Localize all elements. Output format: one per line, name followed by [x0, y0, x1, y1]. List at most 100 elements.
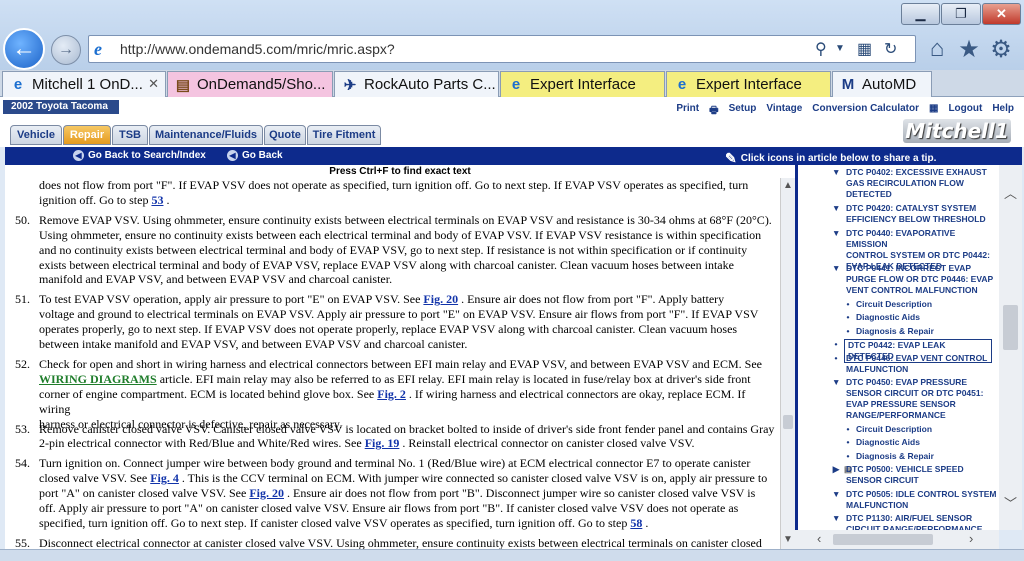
browser-tab[interactable]: ✈ RockAuto Parts C... — [334, 71, 499, 97]
expand-arrow-icon[interactable]: ▼ — [832, 377, 840, 388]
logout-link[interactable]: Logout — [948, 103, 982, 120]
sidebar-hscrollbar[interactable]: ‹ › — [795, 530, 999, 549]
scroll-right-icon[interactable]: › — [969, 531, 973, 546]
article-line: closed valve VSV. See Fig. 4 . This is t… — [39, 471, 768, 486]
go-back-button[interactable]: ◀ Go Back — [227, 150, 283, 161]
browser-tab[interactable]: M AutoMD — [832, 71, 932, 97]
scroll-up-icon[interactable]: ︿ — [1004, 183, 1017, 202]
tab-repair[interactable]: Repair — [63, 125, 111, 145]
article-step: 54. Turn ignition on. Connect jumper wire… — [15, 456, 775, 531]
back-arrow-icon: ◀ — [227, 150, 238, 161]
expand-arrow-icon[interactable]: ▼ — [832, 513, 840, 524]
toc-label-line: VENT CONTROL MALFUNCTION — [846, 285, 978, 296]
browser-tab[interactable]: e Mitchell 1 OnD... ✕ — [2, 71, 166, 97]
sidebar-hscroll-thumb[interactable] — [833, 534, 933, 545]
back-button[interactable]: ← — [3, 28, 45, 70]
status-bar — [0, 549, 1024, 561]
figure-link[interactable]: 58 — [630, 516, 642, 530]
sidebar-scroll-thumb[interactable] — [1003, 305, 1018, 350]
figure-link[interactable]: Fig. 20 — [249, 486, 284, 500]
page-header: 2002 Toyota Tacoma Print 🖶 Setup Vintage… — [0, 97, 1024, 147]
navigation-bar: ◀ Go Back to Search/Index ◀ Go Back ✎ Cl… — [5, 147, 1022, 166]
step-link[interactable]: 53 — [151, 193, 163, 207]
home-icon[interactable]: ⌂ — [922, 34, 952, 64]
search-icon[interactable]: ⚲ — [815, 39, 827, 59]
bullet-icon: • — [846, 424, 850, 435]
expand-arrow-icon[interactable]: ▶ — [832, 464, 840, 475]
figure-link[interactable]: Fig. 19 — [365, 436, 400, 450]
setup-link[interactable]: Setup — [729, 103, 757, 120]
tab-close-icon[interactable]: ✕ — [148, 76, 159, 92]
vintage-link[interactable]: Vintage — [766, 103, 802, 120]
article-line: voltage and ground to electrical termina… — [39, 307, 759, 322]
printer-icon[interactable]: 🖶 — [709, 103, 718, 120]
browser-tab[interactable]: ▤ OnDemand5/Sho... — [167, 71, 333, 97]
tab-tsb[interactable]: TSB — [112, 125, 148, 145]
help-link[interactable]: Help — [992, 103, 1014, 120]
expand-arrow-icon[interactable]: ▼ — [832, 167, 840, 178]
toc-label-line: Circuit Description — [856, 424, 933, 435]
scroll-down-icon[interactable]: ﹀ — [1004, 493, 1017, 512]
expand-arrow-icon[interactable]: ▼ — [832, 489, 840, 500]
tab-tire-fitment[interactable]: Tire Fitment — [307, 125, 381, 145]
article-line: Turn ignition on. Connect jumper wire be… — [39, 456, 751, 471]
compat-view-icon[interactable]: ▦ — [857, 39, 872, 59]
scroll-thumb[interactable] — [783, 415, 793, 429]
calculator-icon[interactable]: ▦ — [929, 103, 938, 120]
toc-label-line: MALFUNCTION — [846, 499, 909, 510]
tab-quote[interactable]: Quote — [264, 125, 306, 145]
scroll-down-icon[interactable]: ▼ — [783, 534, 793, 545]
bullet-icon: • — [846, 325, 850, 336]
close-button[interactable]: ✕ — [982, 3, 1021, 25]
conversion-calculator-link[interactable]: Conversion Calculator — [812, 103, 919, 120]
go-back-to-search-button[interactable]: ◀ Go Back to Search/Index — [73, 150, 206, 161]
sidebar-scrollbar[interactable]: ︿ ﹀ — [999, 165, 1022, 530]
toc-label-line: DETECTED — [846, 189, 892, 199]
toc-label-line: DTC P0500: VEHICLE SPEED — [846, 463, 964, 474]
tab-vehicle[interactable]: Vehicle — [10, 125, 62, 145]
article-scrollbar[interactable]: ▲ ▼ — [780, 178, 795, 549]
expand-arrow-icon[interactable]: ▼ — [832, 228, 840, 239]
article-line: Disconnect electrical connector at canis… — [39, 535, 762, 549]
bullet-icon: • — [846, 312, 850, 323]
browser-tab-label: RockAuto Parts C... — [364, 76, 496, 93]
article-line: Using ohmmeter, ensure no continuity exi… — [39, 227, 762, 242]
expand-arrow-icon[interactable]: ▼ — [832, 203, 840, 214]
figure-link[interactable]: Fig. 2 — [377, 387, 406, 401]
tab-maintenance-fluids[interactable]: Maintenance/Fluids — [149, 125, 263, 145]
figure-link[interactable]: Fig. 20 — [423, 292, 458, 306]
wiring-diagrams-link[interactable]: WIRING DIAGRAMS — [39, 372, 157, 386]
article-line: corner of engine compartment. ECM is loc… — [39, 386, 746, 416]
url-text[interactable]: http://www.ondemand5.com/mric/mric.aspx? — [120, 41, 395, 57]
bullet-icon: • — [834, 338, 838, 349]
minimize-button[interactable]: ▁ — [901, 3, 940, 25]
browser-tab[interactable]: e Expert Interface — [500, 71, 665, 97]
dropdown-icon[interactable]: ▼ — [835, 43, 845, 54]
figure-link[interactable]: Fig. 4 — [150, 471, 179, 485]
toc-label-line: DTC P0446: EVAP VENT CONTROL — [846, 352, 988, 363]
article-line: Remove EVAP VSV. Using ohmmeter, ensure … — [39, 212, 772, 227]
maximize-button[interactable]: ❐ — [941, 3, 981, 25]
bullet-icon: • — [834, 352, 838, 363]
favorites-star-icon[interactable]: ★ — [954, 34, 984, 64]
gear-icon[interactable]: ⚙ — [986, 34, 1016, 64]
step-number: 53. — [15, 421, 30, 436]
refresh-icon[interactable]: ↻ — [884, 39, 897, 59]
scroll-up-icon[interactable]: ▲ — [783, 180, 793, 191]
print-link[interactable]: Print — [676, 103, 699, 120]
scroll-left-icon[interactable]: ‹ — [817, 531, 821, 546]
article-content: does not flow from port "F". If EVAP VSV… — [5, 178, 780, 549]
ie-icon: e — [677, 76, 687, 93]
article-step: 55. Disconnect electrical connector at ca… — [15, 536, 775, 549]
article-line: WIRING DIAGRAMS article. EFI main relay … — [39, 371, 751, 386]
browser-tab[interactable]: e Expert Interface — [666, 71, 831, 97]
bullet-icon: • — [846, 437, 850, 448]
toc-label-line: DTC P0505: IDLE CONTROL SYSTEM — [846, 488, 997, 499]
toc-label-line: RANGE/PERFORMANCE — [846, 410, 946, 421]
toc-sidebar: ▼ DTC P0402: EXCESSIVE EXHAUST GAS RECIRCU… — [795, 165, 999, 530]
forward-button[interactable]: → — [51, 35, 81, 65]
expand-arrow-icon[interactable]: ▼ — [832, 263, 840, 274]
top-links: Print 🖶 Setup Vintage Conversion Calcula… — [676, 103, 1014, 120]
ie-icon: e — [511, 76, 521, 93]
address-bar[interactable]: e http://www.ondemand5.com/mric/mric.asp… — [88, 35, 916, 63]
